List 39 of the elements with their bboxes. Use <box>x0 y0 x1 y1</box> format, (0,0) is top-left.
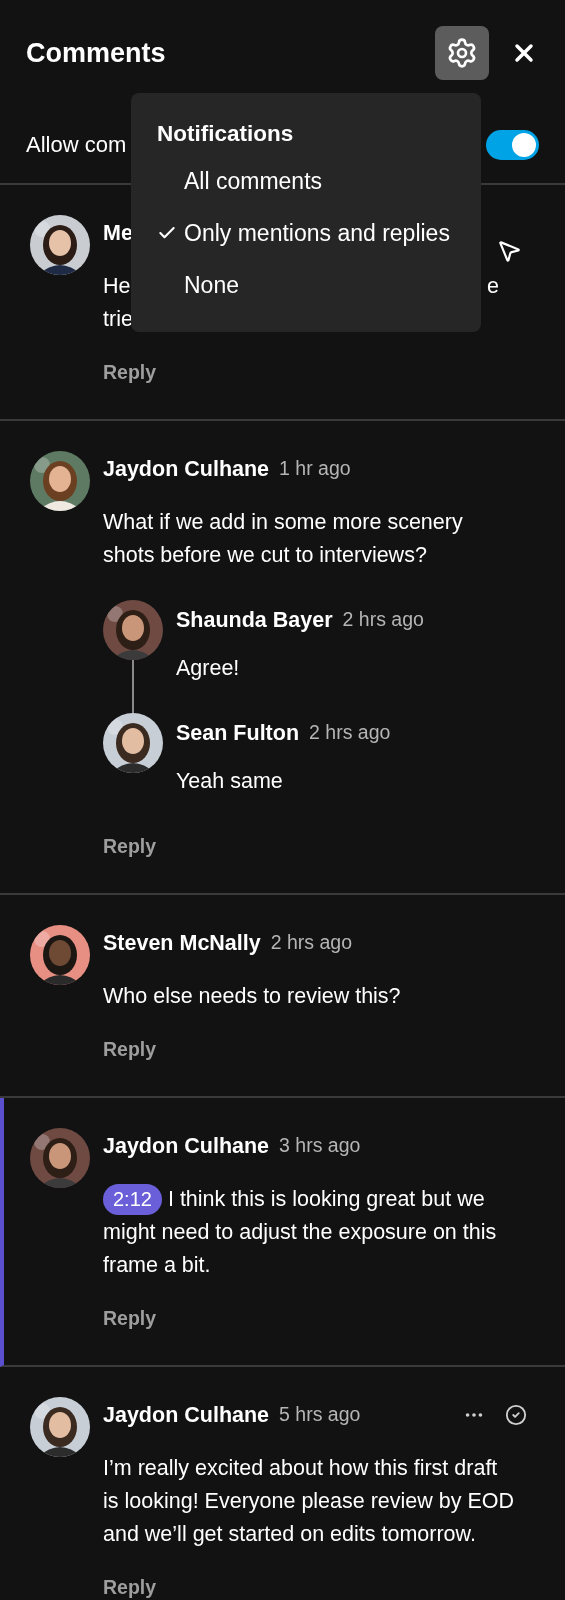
author-name: Shaunda Bayer <box>176 606 333 634</box>
comment-text: Agree! <box>176 655 240 682</box>
comment-text: e <box>487 273 499 300</box>
check-circle-icon[interactable] <box>505 1404 527 1426</box>
setting-label: Allow com <box>26 131 127 159</box>
comment-time: 2 hrs ago <box>342 607 424 633</box>
cursor-icon <box>496 238 522 264</box>
author-name: Sean Fulton <box>176 719 300 747</box>
menu-item[interactable]: None <box>157 259 455 311</box>
menu-title: Notifications <box>157 120 294 148</box>
author-name: Steven McNally <box>103 929 261 957</box>
settings-button[interactable] <box>435 26 489 80</box>
comment-time: 3 hrs ago <box>279 1133 361 1159</box>
comment-text: 2:12 I think this is looking great but we might need to adjust the exposure on this frame a bit. <box>103 1183 515 1282</box>
comment-text: What if we add in some more scenery shots before we cut to interviews? <box>103 509 464 569</box>
comment-text: He <box>103 273 131 300</box>
comment-text: Yeah same <box>176 768 283 795</box>
author-name: Jaydon Culhane <box>103 1132 270 1160</box>
reply-button[interactable]: Reply <box>103 360 157 384</box>
comment-time: 5 hrs ago <box>279 1402 361 1428</box>
author-name: Jaydon Culhane <box>103 1401 270 1429</box>
menu-item[interactable]: Only mentions and replies <box>157 207 455 259</box>
author-name: Jaydon Culhane <box>103 455 270 483</box>
timestamp-tag[interactable]: 2:12 <box>103 1184 162 1215</box>
comment-text: trie <box>103 306 133 333</box>
comment-time: 1 hr ago <box>279 456 351 482</box>
reply-button[interactable]: Reply <box>103 1037 157 1061</box>
reply-button[interactable]: Reply <box>103 1306 157 1330</box>
comment-text: Who else needs to review this? <box>103 983 402 1010</box>
comment-time: 2 hrs ago <box>270 930 353 956</box>
reply-button[interactable]: Reply <box>103 834 157 858</box>
reply-button[interactable]: Reply <box>103 1575 157 1599</box>
comment-text: I’m really excited about how this first draft is looking! Everyone please review by EOD and we’ll get started on edits tomorrow. <box>103 1455 515 1548</box>
gear-icon <box>446 37 478 69</box>
comment-time: 2 hrs ago <box>309 720 391 746</box>
toggle-switch[interactable] <box>486 129 539 160</box>
panel-title: Comments <box>26 36 166 70</box>
author-name: Me <box>103 219 133 247</box>
menu-item[interactable]: All comments <box>157 155 455 207</box>
